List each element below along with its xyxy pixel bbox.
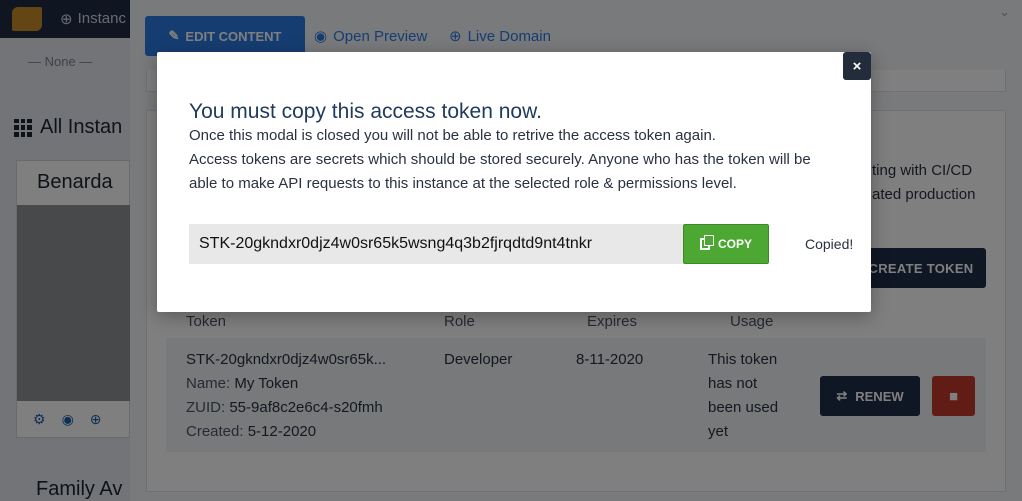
access-token-field[interactable]: STK-20gkndxr0djz4w0sr65k5wsng4q3b2fjrqdt… xyxy=(189,224,683,264)
clipboard-icon xyxy=(699,235,714,250)
copy-button[interactable]: COPY xyxy=(683,224,769,264)
modal-warning-text: Once this modal is closed you will not b… xyxy=(189,127,716,144)
access-token-modal: × You must copy this access token now. O… xyxy=(157,52,871,312)
copied-status: Copied! xyxy=(805,236,854,252)
close-icon[interactable]: × xyxy=(843,52,871,80)
copy-label: COPY xyxy=(717,237,752,251)
modal-security-text: Access tokens are secrets which should b… xyxy=(189,151,811,192)
modal-title: You must copy this access token now. xyxy=(189,100,542,123)
